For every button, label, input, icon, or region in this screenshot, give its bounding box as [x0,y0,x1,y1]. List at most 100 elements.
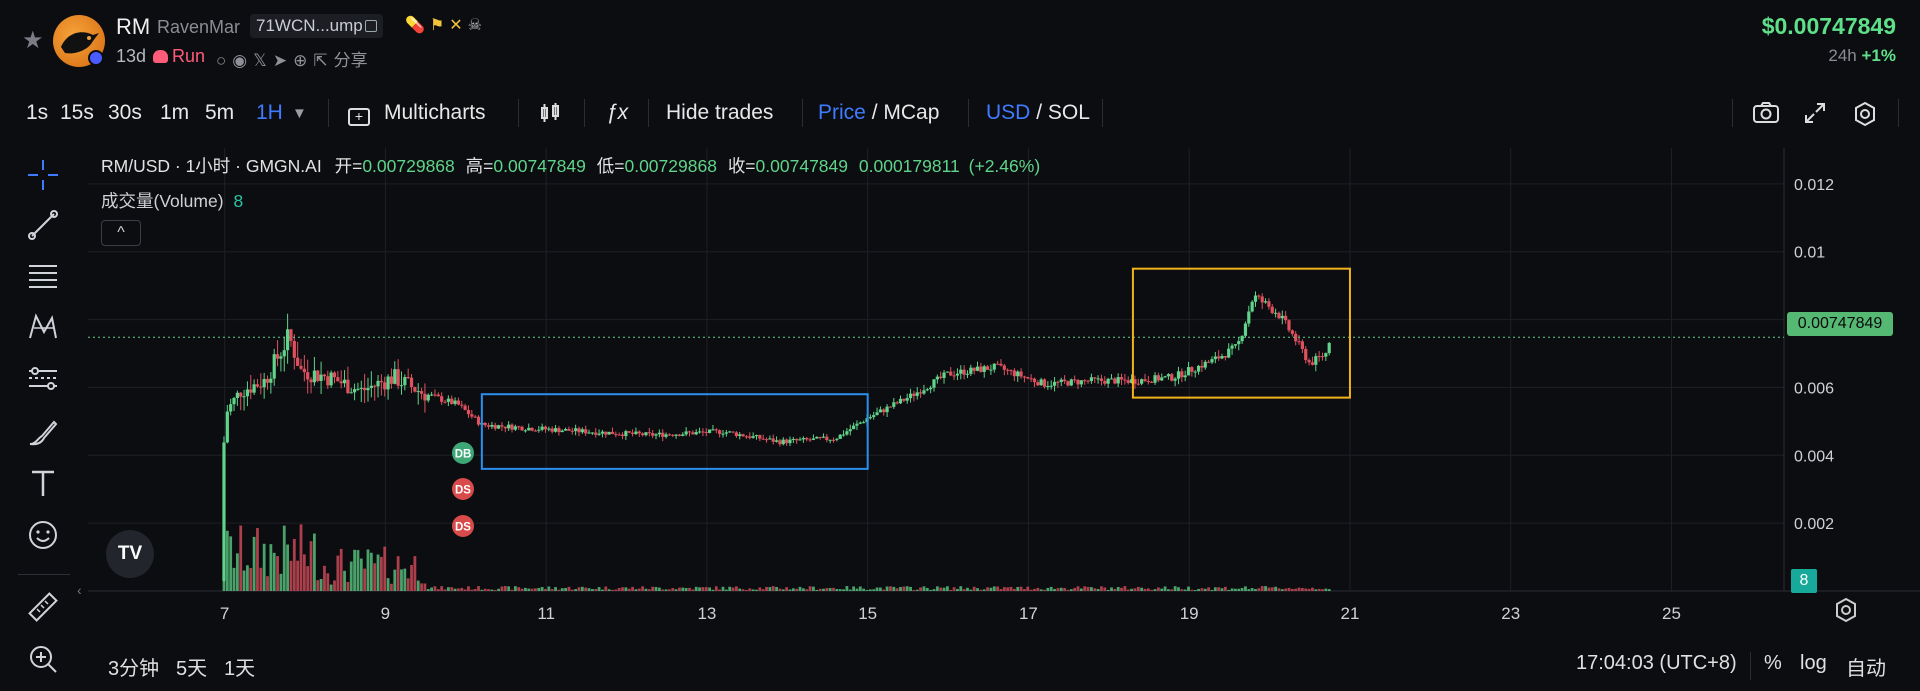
ruler-icon[interactable] [26,590,60,624]
sol-option[interactable]: SOL [1048,101,1090,124]
candle-style-icon[interactable] [538,101,562,131]
share-label[interactable]: 分享 [334,51,368,70]
currency-toggle[interactable]: USD / SOL [986,101,1090,125]
fullscreen-icon[interactable] [1803,101,1827,131]
brush-icon[interactable] [26,414,60,448]
tradingview-logo[interactable]: TV [106,530,154,578]
price-mcap-toggle[interactable]: Price / MCap [818,101,939,125]
volume-bar [229,536,233,591]
candle-body [1233,344,1238,346]
axis-settings-icon[interactable] [1833,597,1863,627]
candle-body [1210,359,1214,363]
multicharts-button[interactable]: + Multicharts [348,101,486,126]
x-tick-label: 21 [1340,604,1359,623]
emoji-icon[interactable] [26,518,60,552]
camera-icon[interactable] [1752,101,1780,131]
candle-body [935,376,939,380]
volume-bar [1277,588,1281,591]
search-icon[interactable]: ○ [216,51,226,70]
collapse-tools-icon[interactable]: ‹ [77,582,82,598]
volume-bar [1244,586,1247,591]
clock-readout[interactable]: 17:04:03 (UTC+8) [1576,652,1737,675]
position-icon[interactable] [26,362,60,396]
candle-body [339,381,343,384]
contract-address[interactable]: 71WCN...ump [250,14,383,38]
candle-body [862,422,866,424]
x-twitter-icon[interactable]: 𝕏 [253,51,267,70]
volume-bar [795,588,799,591]
candle-body [1006,369,1010,371]
candlestick-chart-svg[interactable]: 7911131517192123250.0120.010.0080.0060.0… [88,148,1920,648]
website-icon[interactable]: ◉ [232,51,247,70]
range-1d[interactable]: 1天 [224,652,255,681]
copy-icon[interactable] [364,20,377,32]
interval-15s[interactable]: 15s [60,101,94,125]
collapse-legend-button[interactable]: ^ [101,220,141,246]
candle-body [1190,367,1194,372]
candle-body [872,415,876,418]
drawing-toolbar: ‹ [0,150,90,691]
volume-bar [477,586,480,591]
volume-bar [1237,588,1241,591]
candle-body [1320,356,1325,358]
candle-body [918,392,923,394]
share-icon[interactable]: ⇱ [313,51,327,70]
candle-body [379,380,383,383]
auto-toggle[interactable]: 自动 [1846,652,1886,681]
globe-icon[interactable]: ⊕ [293,51,307,70]
fib-lines-icon[interactable] [26,258,60,292]
interval-5m[interactable]: 5m [205,101,234,125]
interval-1h[interactable]: 1H [256,101,283,125]
log-toggle[interactable]: log [1800,652,1827,675]
candle-body [413,387,417,392]
volume-bar [530,588,534,591]
volume-bar [1203,588,1207,591]
range-3min[interactable]: 3分钟 [108,652,159,681]
interval-1s[interactable]: 1s [26,101,48,125]
volume-bar [1311,587,1314,591]
price-chart[interactable]: 7911131517192123250.0120.010.0080.0060.0… [88,148,1920,648]
candle-body [841,434,846,436]
settings-gear-icon[interactable] [1852,101,1878,133]
trend-line-icon[interactable] [26,208,60,242]
candle-body [624,431,628,437]
toolbar-divider [802,99,803,127]
range-5d[interactable]: 5天 [176,652,207,681]
volume-bar [825,588,829,591]
candle-body [376,380,380,387]
toolbar-divider [968,99,969,127]
price-option[interactable]: Price [818,101,866,124]
percent-toggle[interactable]: % [1764,652,1782,675]
candle-body [821,436,826,438]
x-tick-label: 23 [1501,604,1520,623]
volume-bar [765,586,768,591]
candle-body [1016,371,1020,377]
text-tool-icon[interactable] [26,466,60,500]
mcap-option[interactable]: MCap [883,101,939,124]
telegram-icon[interactable]: ➤ [273,51,287,70]
volume-bar [718,589,722,591]
fx-icon[interactable]: ƒx [606,101,628,125]
candle-body [1183,375,1187,378]
interval-30s[interactable]: 30s [108,101,142,125]
volume-bar [714,586,718,591]
candle-body [239,392,243,397]
favorite-star-icon[interactable]: ★ [22,28,48,54]
volume-bar [788,589,792,591]
candle-body [1113,378,1117,384]
crosshair-icon[interactable] [26,158,60,192]
volume-bar [1136,586,1140,591]
interval-1m[interactable]: 1m [160,101,189,125]
volume-bar [276,556,279,591]
candle-body [1260,296,1264,303]
volume-bar [745,589,748,591]
hide-trades-button[interactable]: Hide trades [666,101,773,125]
pattern-icon[interactable] [26,310,60,344]
candle-body [369,385,373,389]
interval-dropdown-icon[interactable]: ▼ [292,105,307,122]
volume-bar [306,566,310,591]
candle-body [651,433,655,436]
volume-bar [872,589,876,591]
usd-option[interactable]: USD [986,101,1030,124]
volume-bar [758,587,762,591]
